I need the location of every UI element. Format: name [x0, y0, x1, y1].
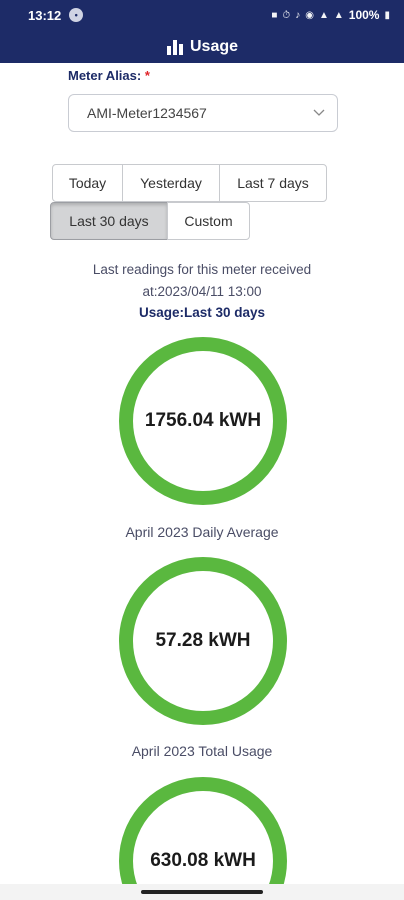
status-time: 13:12 [28, 7, 62, 23]
meter-alias-label: Meter Alias: * [68, 68, 150, 83]
required-marker: * [144, 68, 150, 83]
meter-alias-value: AMI-Meter1234567 [87, 105, 207, 121]
battery-percent: 100% [348, 8, 380, 22]
bar-chart-icon [166, 39, 183, 55]
page-title: Usage [189, 37, 239, 55]
usage-ring-total: 1756.04 kWH [119, 337, 287, 505]
last-reading-line-1: Last readings for this meter received [92, 262, 312, 277]
alarm-icon: ⏱ [282, 9, 291, 21]
usage-ring-value: 57.28 kWH [155, 630, 251, 651]
mute-icon: ♪ [295, 9, 301, 21]
usage-section-title: Usage:Last 30 days [138, 305, 266, 320]
wifi-icon: ◉ [305, 9, 314, 21]
battery-icon: ▮ [384, 9, 390, 21]
last-reading-text: Last readings for this meter received at… [40, 259, 364, 303]
usage-ring-daily-average: 57.28 kWH [119, 557, 287, 725]
system-nav-bar [0, 884, 404, 900]
meter-alias-label-text: Meter Alias: [68, 68, 142, 83]
usage-ring-caption: April 2023 Daily Average [125, 524, 279, 540]
status-bar: 13:12 • ■ ⏱ ♪ ◉ ▲ ▲ 100% ▮ [0, 0, 404, 30]
usage-ring-value: 1756.04 kWH [144, 410, 262, 431]
usage-ring-caption: April 2023 Total Usage [131, 743, 273, 759]
app-header: Usage [0, 30, 404, 63]
range-today-button[interactable]: Today [52, 164, 123, 202]
notification-icon: • [69, 8, 84, 22]
range-last7-button[interactable]: Last 7 days [219, 164, 327, 202]
chevron-down-icon [313, 109, 325, 116]
signal-icon: ▲ [318, 9, 329, 21]
usage-ring-value: 630.08 kWH [150, 850, 256, 871]
home-gesture-handle[interactable] [141, 890, 263, 894]
nfc-icon: ■ [271, 9, 278, 21]
range-last30-button[interactable]: Last 30 days [50, 202, 168, 240]
usage-ring-month-total: 630.08 kWH [119, 777, 287, 900]
meter-alias-select[interactable]: AMI-Meter1234567 [68, 94, 338, 132]
signal-2-icon: ▲ [333, 9, 344, 21]
range-yesterday-button[interactable]: Yesterday [122, 164, 220, 202]
status-icons: ■ ⏱ ♪ ◉ ▲ ▲ 100% ▮ [271, 8, 390, 22]
last-reading-line-2: at:2023/04/11 13:00 [142, 284, 262, 299]
range-custom-button[interactable]: Custom [167, 202, 250, 240]
